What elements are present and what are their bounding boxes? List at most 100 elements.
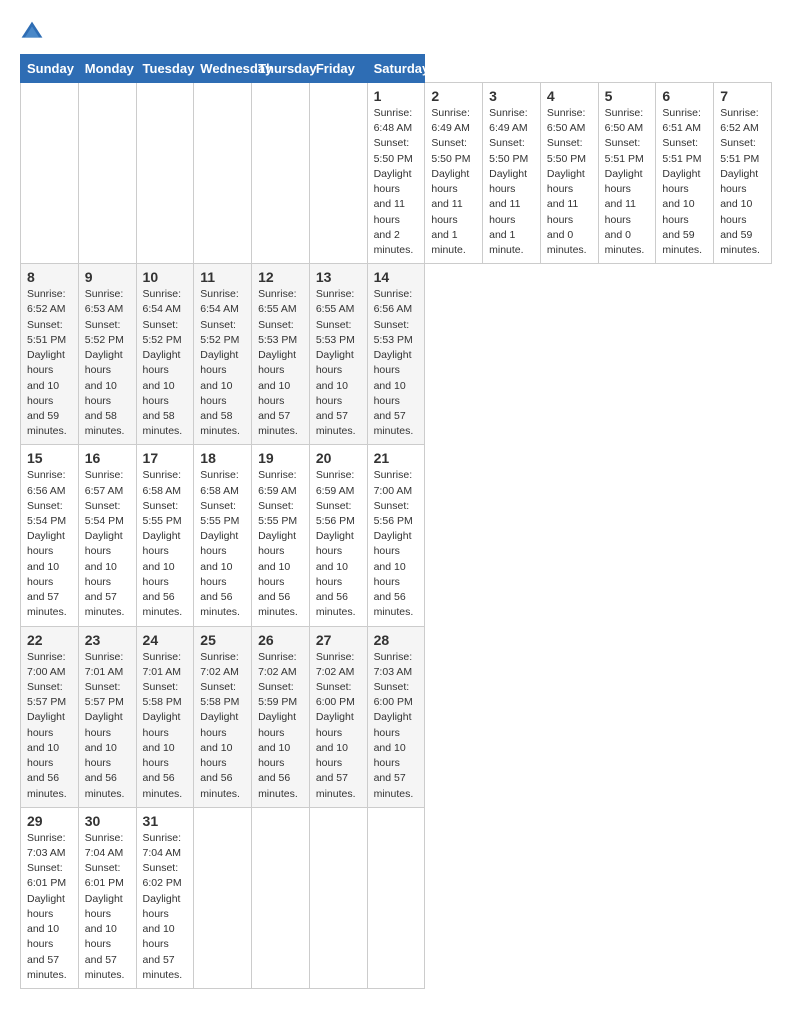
- day-number: 6: [662, 88, 707, 104]
- day-number: 27: [316, 632, 361, 648]
- day-number: 17: [143, 450, 188, 466]
- day-info: Sunrise: 7:01 AMSunset: 5:57 PMDaylight …: [85, 651, 125, 800]
- day-number: 19: [258, 450, 303, 466]
- day-info: Sunrise: 6:50 AMSunset: 5:50 PMDaylight …: [547, 107, 587, 256]
- empty-cell: [367, 807, 425, 988]
- day-cell-1: 1 Sunrise: 6:48 AMSunset: 5:50 PMDaylight…: [367, 83, 425, 264]
- day-info: Sunrise: 7:04 AMSunset: 6:02 PMDaylight …: [143, 832, 183, 981]
- day-info: Sunrise: 6:55 AMSunset: 5:53 PMDaylight …: [258, 288, 298, 437]
- day-number: 1: [374, 88, 419, 104]
- day-number: 11: [200, 269, 245, 285]
- day-cell-29: 29 Sunrise: 7:03 AMSunset: 6:01 PMDayligh…: [21, 807, 79, 988]
- day-cell-31: 31 Sunrise: 7:04 AMSunset: 6:02 PMDayligh…: [136, 807, 194, 988]
- day-cell-8: 8Sunrise: 6:52 AMSunset: 5:51 PMDaylight…: [21, 264, 79, 445]
- day-info: Sunrise: 7:02 AMSunset: 6:00 PMDaylight …: [316, 651, 356, 800]
- week-row-1: 1 Sunrise: 6:48 AMSunset: 5:50 PMDaylight…: [21, 83, 772, 264]
- day-info: Sunrise: 6:57 AMSunset: 5:54 PMDaylight …: [85, 469, 125, 618]
- day-number: 20: [316, 450, 361, 466]
- day-info: Sunrise: 7:02 AMSunset: 5:58 PMDaylight …: [200, 651, 240, 800]
- day-info: Sunrise: 6:51 AMSunset: 5:51 PMDaylight …: [662, 107, 702, 256]
- day-info: Sunrise: 6:54 AMSunset: 5:52 PMDaylight …: [200, 288, 240, 437]
- week-row-4: 22Sunrise: 7:00 AMSunset: 5:57 PMDayligh…: [21, 626, 772, 807]
- day-cell-6: 6 Sunrise: 6:51 AMSunset: 5:51 PMDaylight…: [656, 83, 714, 264]
- day-cell-27: 27 Sunrise: 7:02 AMSunset: 6:00 PMDayligh…: [309, 626, 367, 807]
- logo-icon: [20, 20, 44, 44]
- day-number: 26: [258, 632, 303, 648]
- week-row-3: 15 Sunrise: 6:56 AMSunset: 5:54 PMDayligh…: [21, 445, 772, 626]
- day-number: 21: [374, 450, 419, 466]
- header-row: SundayMondayTuesdayWednesdayThursdayFrid…: [21, 55, 772, 83]
- day-info: Sunrise: 7:00 AMSunset: 5:56 PMDaylight …: [374, 469, 414, 618]
- day-number: 15: [27, 450, 72, 466]
- calendar-body: 1 Sunrise: 6:48 AMSunset: 5:50 PMDaylight…: [21, 83, 772, 989]
- day-info: Sunrise: 7:01 AMSunset: 5:58 PMDaylight …: [143, 651, 183, 800]
- day-info: Sunrise: 7:04 AMSunset: 6:01 PMDaylight …: [85, 832, 125, 981]
- day-number: 29: [27, 813, 72, 829]
- empty-cell: [309, 83, 367, 264]
- day-info: Sunrise: 6:55 AMSunset: 5:53 PMDaylight …: [316, 288, 356, 437]
- day-info: Sunrise: 6:59 AMSunset: 5:55 PMDaylight …: [258, 469, 298, 618]
- day-cell-3: 3 Sunrise: 6:49 AMSunset: 5:50 PMDaylight…: [483, 83, 541, 264]
- day-cell-18: 18 Sunrise: 6:58 AMSunset: 5:55 PMDayligh…: [194, 445, 252, 626]
- day-info: Sunrise: 6:58 AMSunset: 5:55 PMDaylight …: [200, 469, 240, 618]
- day-info: Sunrise: 6:54 AMSunset: 5:52 PMDaylight …: [143, 288, 183, 437]
- week-row-5: 29 Sunrise: 7:03 AMSunset: 6:01 PMDayligh…: [21, 807, 772, 988]
- logo: [20, 20, 48, 44]
- empty-cell: [136, 83, 194, 264]
- day-number: 3: [489, 88, 534, 104]
- day-info: Sunrise: 6:53 AMSunset: 5:52 PMDaylight …: [85, 288, 125, 437]
- day-number: 30: [85, 813, 130, 829]
- day-cell-26: 26 Sunrise: 7:02 AMSunset: 5:59 PMDayligh…: [252, 626, 310, 807]
- calendar-header: SundayMondayTuesdayWednesdayThursdayFrid…: [21, 55, 772, 83]
- header-sunday: Sunday: [21, 55, 79, 83]
- week-row-2: 8Sunrise: 6:52 AMSunset: 5:51 PMDaylight…: [21, 264, 772, 445]
- day-number: 14: [374, 269, 419, 285]
- empty-cell: [194, 83, 252, 264]
- day-number: 9: [85, 269, 130, 285]
- page-header: [20, 20, 772, 44]
- day-number: 4: [547, 88, 592, 104]
- day-number: 5: [605, 88, 650, 104]
- empty-cell: [78, 83, 136, 264]
- day-info: Sunrise: 6:48 AMSunset: 5:50 PMDaylight …: [374, 107, 414, 256]
- day-cell-25: 25 Sunrise: 7:02 AMSunset: 5:58 PMDayligh…: [194, 626, 252, 807]
- day-cell-21: 21 Sunrise: 7:00 AMSunset: 5:56 PMDayligh…: [367, 445, 425, 626]
- day-number: 23: [85, 632, 130, 648]
- header-saturday: Saturday: [367, 55, 425, 83]
- day-cell-2: 2Sunrise: 6:49 AMSunset: 5:50 PMDaylight…: [425, 83, 483, 264]
- day-cell-17: 17 Sunrise: 6:58 AMSunset: 5:55 PMDayligh…: [136, 445, 194, 626]
- day-cell-10: 10 Sunrise: 6:54 AMSunset: 5:52 PMDayligh…: [136, 264, 194, 445]
- day-cell-19: 19 Sunrise: 6:59 AMSunset: 5:55 PMDayligh…: [252, 445, 310, 626]
- day-number: 2: [431, 88, 476, 104]
- day-info: Sunrise: 6:58 AMSunset: 5:55 PMDaylight …: [143, 469, 183, 618]
- day-cell-7: 7Sunrise: 6:52 AMSunset: 5:51 PMDaylight…: [714, 83, 772, 264]
- day-number: 28: [374, 632, 419, 648]
- day-info: Sunrise: 7:03 AMSunset: 6:01 PMDaylight …: [27, 832, 67, 981]
- day-number: 25: [200, 632, 245, 648]
- day-number: 12: [258, 269, 303, 285]
- day-cell-14: 14 Sunrise: 6:56 AMSunset: 5:53 PMDayligh…: [367, 264, 425, 445]
- day-info: Sunrise: 6:50 AMSunset: 5:51 PMDaylight …: [605, 107, 645, 256]
- day-number: 31: [143, 813, 188, 829]
- day-info: Sunrise: 6:56 AMSunset: 5:53 PMDaylight …: [374, 288, 414, 437]
- header-wednesday: Wednesday: [194, 55, 252, 83]
- day-cell-16: 16Sunrise: 6:57 AMSunset: 5:54 PMDayligh…: [78, 445, 136, 626]
- day-cell-23: 23 Sunrise: 7:01 AMSunset: 5:57 PMDayligh…: [78, 626, 136, 807]
- header-friday: Friday: [309, 55, 367, 83]
- day-number: 18: [200, 450, 245, 466]
- calendar-table: SundayMondayTuesdayWednesdayThursdayFrid…: [20, 54, 772, 989]
- day-info: Sunrise: 7:03 AMSunset: 6:00 PMDaylight …: [374, 651, 414, 800]
- day-cell-22: 22Sunrise: 7:00 AMSunset: 5:57 PMDayligh…: [21, 626, 79, 807]
- day-number: 7: [720, 88, 765, 104]
- day-cell-9: 9 Sunrise: 6:53 AMSunset: 5:52 PMDaylight…: [78, 264, 136, 445]
- day-info: Sunrise: 6:56 AMSunset: 5:54 PMDaylight …: [27, 469, 67, 618]
- header-thursday: Thursday: [252, 55, 310, 83]
- day-cell-30: 30 Sunrise: 7:04 AMSunset: 6:01 PMDayligh…: [78, 807, 136, 988]
- day-info: Sunrise: 6:49 AMSunset: 5:50 PMDaylight …: [489, 107, 528, 256]
- day-cell-11: 11 Sunrise: 6:54 AMSunset: 5:52 PMDayligh…: [194, 264, 252, 445]
- day-cell-15: 15 Sunrise: 6:56 AMSunset: 5:54 PMDayligh…: [21, 445, 79, 626]
- day-number: 24: [143, 632, 188, 648]
- day-cell-12: 12 Sunrise: 6:55 AMSunset: 5:53 PMDayligh…: [252, 264, 310, 445]
- day-number: 10: [143, 269, 188, 285]
- day-info: Sunrise: 7:02 AMSunset: 5:59 PMDaylight …: [258, 651, 298, 800]
